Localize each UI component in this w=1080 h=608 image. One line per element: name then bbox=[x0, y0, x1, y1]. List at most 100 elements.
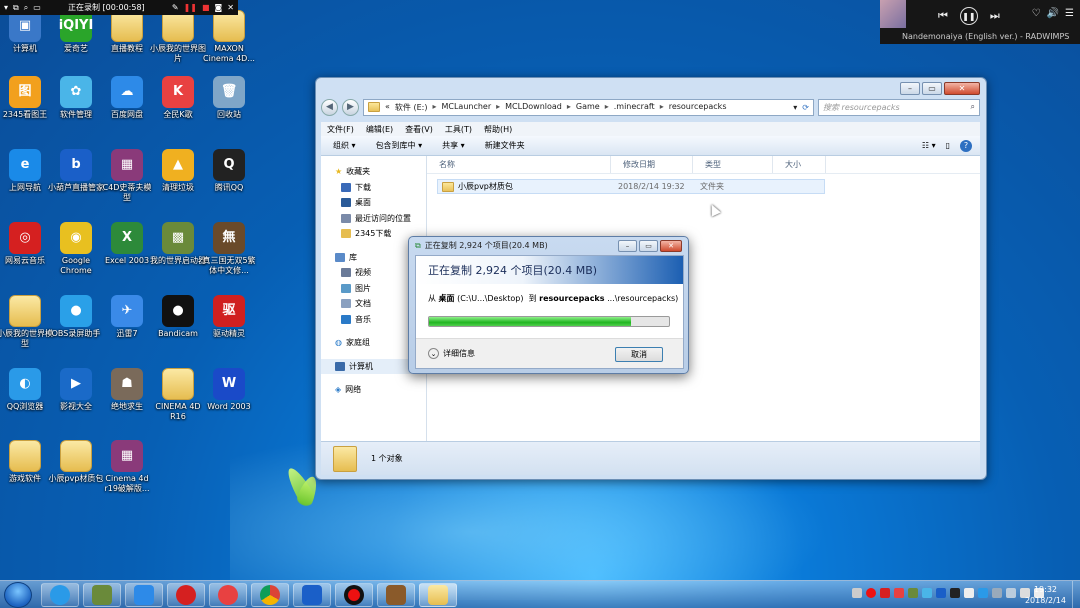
desktop-icon[interactable]: X Excel 2003 bbox=[99, 222, 155, 266]
breadcrumb-item[interactable]: « bbox=[385, 102, 390, 113]
desktop-icon[interactable]: ✈ 迅雷7 bbox=[99, 295, 155, 339]
help-icon[interactable]: ? bbox=[960, 139, 972, 152]
destination-link[interactable]: resourcepacks bbox=[539, 294, 604, 303]
nav-item[interactable]: 下载 bbox=[321, 180, 426, 196]
desktop-icon[interactable]: 小辰我的世界模型 bbox=[0, 295, 53, 349]
desktop-icon[interactable]: 無真三国无双5繁体中文修... bbox=[201, 222, 257, 276]
volume-icon[interactable]: 🔊 bbox=[1047, 8, 1059, 19]
breadcrumb-item[interactable]: Game bbox=[576, 102, 600, 113]
command-button[interactable]: 包含到库中 ▾ bbox=[376, 140, 423, 151]
desktop-icon[interactable]: 图 2345看图王 bbox=[0, 76, 53, 120]
forward-button[interactable]: ▶ bbox=[342, 98, 359, 116]
view-options-icon[interactable]: ☷ ▾ bbox=[922, 141, 936, 150]
tray-netease-icon[interactable] bbox=[880, 588, 890, 598]
desktop-icon[interactable]: ▲ 清理垃圾 bbox=[150, 149, 206, 193]
clock[interactable]: 19:32 2018/2/14 bbox=[1025, 584, 1066, 606]
desktop-icon[interactable]: ☗ 绝地求生 bbox=[99, 368, 155, 412]
desktop-icon[interactable]: CINEMA 4D R16 bbox=[150, 368, 206, 422]
desktop-icon[interactable]: ▩ 我的世界启动器 bbox=[150, 222, 206, 266]
desktop-icon[interactable]: b 小葫芦直播管家 bbox=[48, 149, 104, 193]
minimize-button[interactable]: – bbox=[618, 240, 637, 252]
breadcrumb-item[interactable]: MCLDownload bbox=[505, 102, 562, 113]
menu-arrow-icon[interactable]: ▾ bbox=[4, 3, 8, 12]
breadcrumb-item[interactable]: resourcepacks bbox=[669, 102, 727, 113]
taskbar-ie[interactable] bbox=[41, 583, 79, 607]
column-date[interactable]: 修改日期 bbox=[611, 156, 693, 173]
desktop-icon[interactable]: ▶ 影视大全 bbox=[48, 368, 104, 412]
desktop-icon[interactable]: Q 腾讯QQ bbox=[201, 149, 257, 193]
nav-network[interactable]: ◈ 网络 bbox=[321, 382, 426, 398]
menu-item[interactable]: 文件(F) bbox=[327, 124, 354, 135]
tray-app-icon[interactable] bbox=[922, 588, 932, 598]
taskbar-netease[interactable] bbox=[167, 583, 205, 607]
command-button[interactable]: 新建文件夹 bbox=[485, 140, 525, 151]
close-icon[interactable]: ✕ bbox=[227, 3, 234, 12]
breadcrumb-item[interactable]: 软件 (E:) bbox=[395, 102, 428, 113]
tray-security-icon[interactable] bbox=[978, 588, 988, 598]
command-button[interactable]: 组织 ▾ bbox=[333, 140, 356, 151]
desktop-icon[interactable]: MAXON Cinema 4D... bbox=[201, 10, 257, 64]
breadcrumb-separator-icon[interactable]: ▸ bbox=[605, 102, 609, 113]
zoom-icon[interactable]: ⌕ bbox=[24, 3, 28, 13]
details-toggle[interactable]: 详细信息 bbox=[443, 348, 475, 359]
taskbar-ksing[interactable] bbox=[209, 583, 247, 607]
heart-icon[interactable]: ♡ bbox=[1032, 8, 1041, 19]
nav-favorites[interactable]: ★ 收藏夹 bbox=[321, 164, 426, 180]
desktop-icon[interactable]: ◐ QQ浏览器 bbox=[0, 368, 53, 412]
previous-icon[interactable]: ⏮ bbox=[938, 9, 948, 23]
taskbar-launcher[interactable] bbox=[377, 583, 415, 607]
preview-pane-icon[interactable]: ▯ bbox=[946, 141, 950, 150]
copy-dialog[interactable]: ⧉ 正在复制 2,924 个项目(20.4 MB) – ▭ ✕ 正在复制 2,9… bbox=[408, 236, 689, 374]
pen-icon[interactable]: ✎ bbox=[172, 3, 179, 12]
taskbar-chrome[interactable] bbox=[251, 583, 289, 607]
tray-arrow-icon[interactable] bbox=[852, 588, 862, 598]
desktop-icon[interactable]: ◉ Google Chrome bbox=[48, 222, 104, 276]
close-button[interactable]: ✕ bbox=[944, 82, 980, 95]
taskbar-hulu[interactable] bbox=[293, 583, 331, 607]
file-row[interactable]: 小辰pvp材质包 2018/2/14 19:32 文件夹 bbox=[437, 179, 825, 194]
minimize-button[interactable]: – bbox=[900, 82, 920, 95]
show-desktop-button[interactable] bbox=[1072, 581, 1080, 608]
desktop-icon[interactable]: e 上网导航 bbox=[0, 149, 53, 193]
tray-minecraft-icon[interactable] bbox=[908, 588, 918, 598]
camera-icon[interactable]: ◙ bbox=[215, 3, 223, 12]
start-button[interactable] bbox=[4, 582, 32, 608]
fullscreen-icon[interactable]: ▭ bbox=[33, 3, 41, 12]
pause-icon[interactable]: ❚❚ bbox=[184, 3, 197, 12]
stop-icon[interactable]: ■ bbox=[202, 3, 210, 12]
desktop-icon[interactable]: ● Bandicam bbox=[150, 295, 206, 339]
column-size[interactable]: 大小 bbox=[773, 156, 826, 173]
back-button[interactable]: ◀ bbox=[321, 98, 338, 116]
desktop-icon[interactable]: 小辰pvp材质包 bbox=[48, 440, 104, 484]
command-button[interactable]: 共享 ▾ bbox=[442, 140, 465, 151]
desktop-icon[interactable]: 游戏软件 bbox=[0, 440, 53, 484]
chevron-down-icon[interactable]: ⌄ bbox=[428, 348, 439, 359]
tray-ksing-icon[interactable] bbox=[894, 588, 904, 598]
tray-hulu-icon[interactable] bbox=[936, 588, 946, 598]
search-input[interactable]: 搜索 resourcepacks ⌕ bbox=[818, 98, 980, 116]
desktop-icon[interactable]: ▣ 计算机 bbox=[0, 10, 53, 54]
desktop-icon[interactable]: ● OBS录屏助手 bbox=[48, 295, 104, 339]
taskbar-explorer[interactable] bbox=[419, 583, 457, 607]
window-icon[interactable]: ⧉ bbox=[13, 3, 19, 13]
breadcrumb-separator-icon[interactable]: ▸ bbox=[432, 102, 436, 113]
menu-item[interactable]: 工具(T) bbox=[445, 124, 472, 135]
search-icon[interactable]: ⌕ bbox=[971, 102, 975, 112]
next-icon[interactable]: ⏭ bbox=[990, 9, 1000, 23]
breadcrumb-separator-icon[interactable]: ▸ bbox=[660, 102, 664, 113]
taskbar-bandicam[interactable] bbox=[335, 583, 373, 607]
menu-item[interactable]: 编辑(E) bbox=[366, 124, 393, 135]
tray-cloud-icon[interactable] bbox=[1006, 588, 1016, 598]
tray-record-icon[interactable] bbox=[866, 588, 876, 598]
breadcrumb-separator-icon[interactable]: ▸ bbox=[496, 102, 500, 113]
nav-item[interactable]: 桌面 bbox=[321, 195, 426, 211]
breadcrumb-item[interactable]: .minecraft bbox=[614, 102, 655, 113]
refresh-icon[interactable]: ⟳ bbox=[802, 103, 809, 112]
playlist-icon[interactable]: ☰ bbox=[1065, 8, 1074, 19]
source-link[interactable]: 桌面 bbox=[439, 294, 455, 303]
dropdown-icon[interactable]: ▾ bbox=[793, 103, 797, 112]
cancel-button[interactable]: 取消 bbox=[615, 347, 663, 362]
desktop-icon[interactable]: ◎ 网易云音乐 bbox=[0, 222, 53, 266]
desktop-icon[interactable]: ▦ C4D史蒂夫模型 bbox=[99, 149, 155, 203]
breadcrumb-separator-icon[interactable]: ▸ bbox=[567, 102, 571, 113]
